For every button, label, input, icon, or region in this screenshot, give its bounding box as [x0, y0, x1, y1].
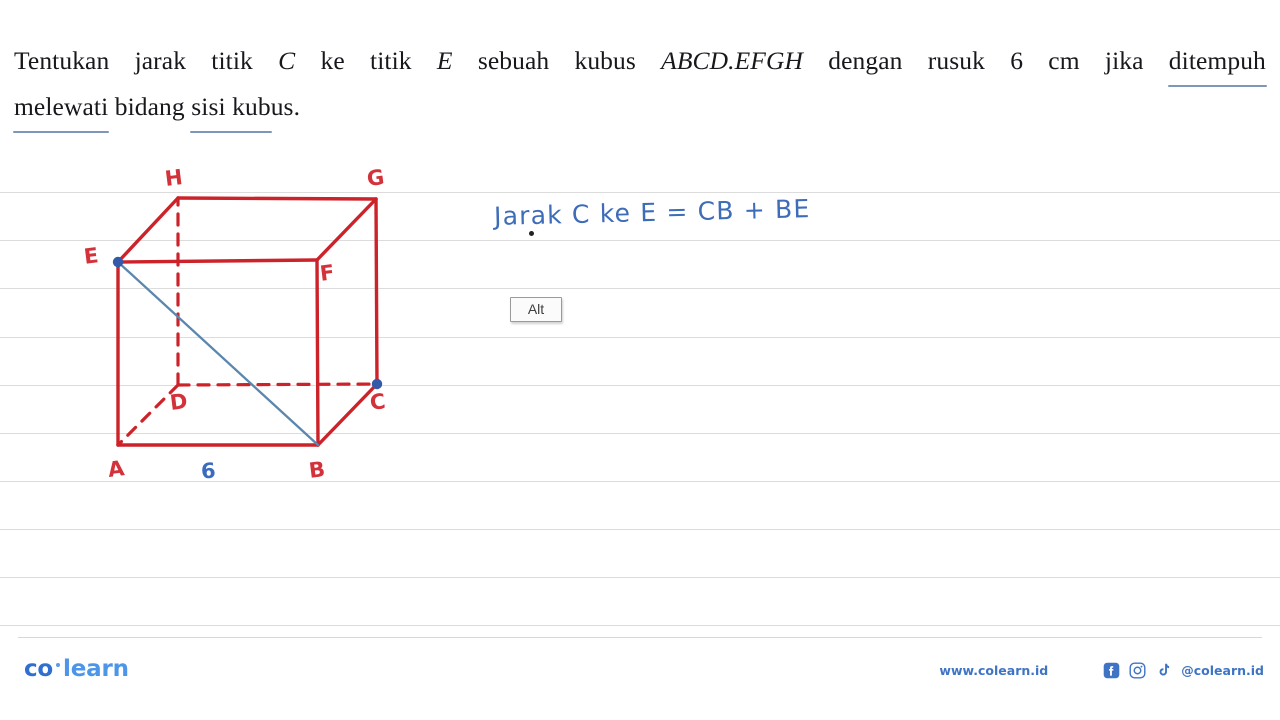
q-word: kubus — [574, 46, 636, 75]
alt-key-tooltip[interactable]: Alt — [510, 297, 562, 322]
edge-E-H — [116, 196, 180, 264]
tiktok-icon[interactable] — [1155, 662, 1172, 679]
facebook-icon[interactable] — [1103, 662, 1120, 679]
point-marker-E — [112, 256, 124, 268]
vertex-label-H: H — [163, 165, 184, 191]
footer-social-handle[interactable]: @colearn.id — [1181, 663, 1264, 678]
footer-website[interactable]: www.colearn.id — [939, 663, 1048, 678]
vertex-label-D: D — [168, 389, 189, 415]
edge-length-label: 6 — [200, 458, 217, 484]
cube-hidden-edges — [116, 196, 379, 447]
cube-diagram: H G E F D C A B 6 — [0, 0, 520, 520]
vertex-label-B: B — [307, 457, 327, 483]
logo-text-learn: learn — [63, 656, 129, 682]
q-word: rusuk — [927, 46, 985, 75]
vertex-label-G: G — [365, 165, 386, 191]
rule-line-7 — [0, 529, 1280, 530]
edge-C-G — [374, 197, 379, 386]
handwritten-answer: Jarak C ke E = CB + BE — [493, 194, 811, 231]
ink-cursor-dot — [529, 231, 534, 236]
q-var-cube: ABCD.EFGH — [661, 46, 804, 75]
edge-F-E — [116, 258, 319, 264]
instagram-icon[interactable] — [1129, 662, 1146, 679]
q-underlined-ditempuh: ditempuh — [1167, 38, 1268, 87]
vertex-label-C: C — [368, 389, 387, 415]
footer-divider — [18, 637, 1262, 638]
rule-line-9 — [0, 625, 1280, 626]
colearn-logo: co learn — [24, 658, 129, 681]
footer-social-bar: www.colearn.id @colearn.id — [939, 662, 1264, 679]
vertex-label-A: A — [106, 456, 126, 482]
point-marker-C — [371, 378, 383, 390]
logo-text-co: co — [24, 656, 54, 682]
edge-B-F — [315, 258, 320, 447]
edge-D-C — [176, 382, 379, 387]
q-edge-length: 6 cm — [1010, 46, 1080, 75]
diagonal-E-B — [116, 260, 320, 447]
logo-dot-icon — [56, 663, 61, 667]
q-word: jika — [1104, 46, 1144, 75]
q-word: dengan — [828, 46, 903, 75]
vertex-label-F: F — [318, 260, 336, 286]
vertex-label-E: E — [82, 243, 100, 269]
cube-svg — [112, 196, 383, 447]
edge-G-F — [315, 197, 378, 262]
rule-line-8 — [0, 577, 1280, 578]
edge-H-G — [176, 196, 378, 201]
